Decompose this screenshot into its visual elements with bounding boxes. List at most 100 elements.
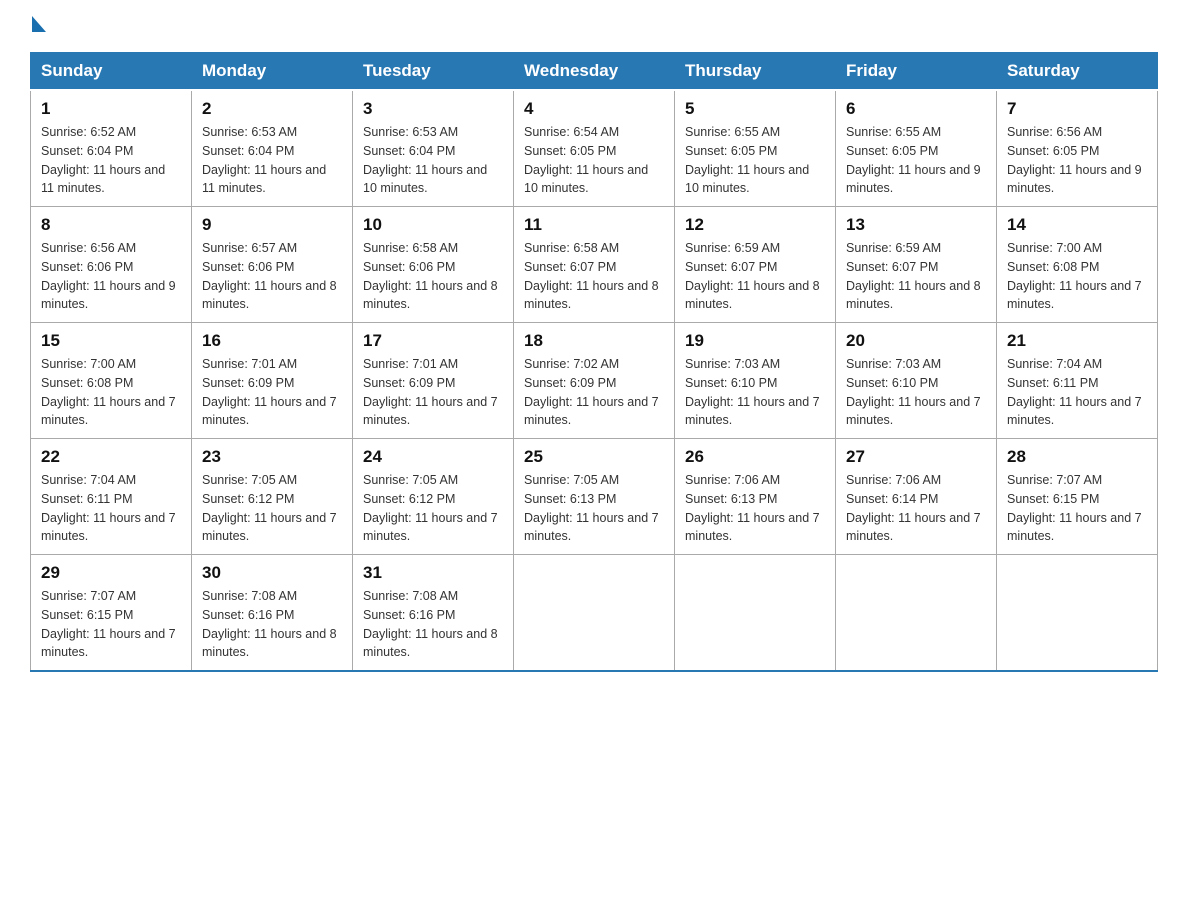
calendar-cell: 28 Sunrise: 7:07 AMSunset: 6:15 PMDaylig… bbox=[997, 439, 1158, 555]
calendar-week-row: 29 Sunrise: 7:07 AMSunset: 6:15 PMDaylig… bbox=[31, 555, 1158, 672]
day-info: Sunrise: 7:05 AMSunset: 6:12 PMDaylight:… bbox=[202, 473, 337, 543]
calendar-cell bbox=[997, 555, 1158, 672]
calendar-week-row: 8 Sunrise: 6:56 AMSunset: 6:06 PMDayligh… bbox=[31, 207, 1158, 323]
calendar-cell: 18 Sunrise: 7:02 AMSunset: 6:09 PMDaylig… bbox=[514, 323, 675, 439]
header-monday: Monday bbox=[192, 53, 353, 91]
day-number: 26 bbox=[685, 447, 825, 467]
day-info: Sunrise: 7:00 AMSunset: 6:08 PMDaylight:… bbox=[1007, 241, 1142, 311]
day-number: 30 bbox=[202, 563, 342, 583]
calendar-cell: 21 Sunrise: 7:04 AMSunset: 6:11 PMDaylig… bbox=[997, 323, 1158, 439]
day-number: 4 bbox=[524, 99, 664, 119]
header-tuesday: Tuesday bbox=[353, 53, 514, 91]
calendar-cell: 17 Sunrise: 7:01 AMSunset: 6:09 PMDaylig… bbox=[353, 323, 514, 439]
day-number: 31 bbox=[363, 563, 503, 583]
calendar-cell: 24 Sunrise: 7:05 AMSunset: 6:12 PMDaylig… bbox=[353, 439, 514, 555]
day-number: 29 bbox=[41, 563, 181, 583]
day-info: Sunrise: 7:08 AMSunset: 6:16 PMDaylight:… bbox=[202, 589, 337, 659]
day-number: 1 bbox=[41, 99, 181, 119]
calendar-cell: 7 Sunrise: 6:56 AMSunset: 6:05 PMDayligh… bbox=[997, 90, 1158, 207]
day-number: 8 bbox=[41, 215, 181, 235]
day-number: 18 bbox=[524, 331, 664, 351]
day-number: 11 bbox=[524, 215, 664, 235]
day-number: 21 bbox=[1007, 331, 1147, 351]
day-info: Sunrise: 7:07 AMSunset: 6:15 PMDaylight:… bbox=[1007, 473, 1142, 543]
day-number: 24 bbox=[363, 447, 503, 467]
calendar-cell bbox=[514, 555, 675, 672]
day-info: Sunrise: 7:06 AMSunset: 6:13 PMDaylight:… bbox=[685, 473, 820, 543]
calendar-cell bbox=[675, 555, 836, 672]
day-number: 15 bbox=[41, 331, 181, 351]
day-number: 19 bbox=[685, 331, 825, 351]
day-number: 14 bbox=[1007, 215, 1147, 235]
calendar-cell: 1 Sunrise: 6:52 AMSunset: 6:04 PMDayligh… bbox=[31, 90, 192, 207]
day-info: Sunrise: 7:01 AMSunset: 6:09 PMDaylight:… bbox=[363, 357, 498, 427]
day-number: 3 bbox=[363, 99, 503, 119]
calendar-cell: 5 Sunrise: 6:55 AMSunset: 6:05 PMDayligh… bbox=[675, 90, 836, 207]
header-saturday: Saturday bbox=[997, 53, 1158, 91]
calendar-cell: 10 Sunrise: 6:58 AMSunset: 6:06 PMDaylig… bbox=[353, 207, 514, 323]
calendar-cell: 13 Sunrise: 6:59 AMSunset: 6:07 PMDaylig… bbox=[836, 207, 997, 323]
calendar-cell: 15 Sunrise: 7:00 AMSunset: 6:08 PMDaylig… bbox=[31, 323, 192, 439]
day-number: 6 bbox=[846, 99, 986, 119]
calendar-week-row: 15 Sunrise: 7:00 AMSunset: 6:08 PMDaylig… bbox=[31, 323, 1158, 439]
header-sunday: Sunday bbox=[31, 53, 192, 91]
calendar-cell: 31 Sunrise: 7:08 AMSunset: 6:16 PMDaylig… bbox=[353, 555, 514, 672]
day-info: Sunrise: 6:56 AMSunset: 6:06 PMDaylight:… bbox=[41, 241, 176, 311]
day-number: 16 bbox=[202, 331, 342, 351]
day-info: Sunrise: 6:56 AMSunset: 6:05 PMDaylight:… bbox=[1007, 125, 1142, 195]
day-info: Sunrise: 6:54 AMSunset: 6:05 PMDaylight:… bbox=[524, 125, 648, 195]
day-info: Sunrise: 6:58 AMSunset: 6:06 PMDaylight:… bbox=[363, 241, 498, 311]
header-friday: Friday bbox=[836, 53, 997, 91]
day-number: 27 bbox=[846, 447, 986, 467]
calendar-cell: 30 Sunrise: 7:08 AMSunset: 6:16 PMDaylig… bbox=[192, 555, 353, 672]
calendar-week-row: 1 Sunrise: 6:52 AMSunset: 6:04 PMDayligh… bbox=[31, 90, 1158, 207]
day-info: Sunrise: 6:59 AMSunset: 6:07 PMDaylight:… bbox=[685, 241, 820, 311]
calendar-cell: 26 Sunrise: 7:06 AMSunset: 6:13 PMDaylig… bbox=[675, 439, 836, 555]
day-number: 23 bbox=[202, 447, 342, 467]
day-info: Sunrise: 7:05 AMSunset: 6:13 PMDaylight:… bbox=[524, 473, 659, 543]
day-number: 7 bbox=[1007, 99, 1147, 119]
day-number: 22 bbox=[41, 447, 181, 467]
day-number: 25 bbox=[524, 447, 664, 467]
day-number: 9 bbox=[202, 215, 342, 235]
day-number: 5 bbox=[685, 99, 825, 119]
calendar-cell: 9 Sunrise: 6:57 AMSunset: 6:06 PMDayligh… bbox=[192, 207, 353, 323]
logo-flag-icon bbox=[32, 16, 46, 32]
day-info: Sunrise: 6:53 AMSunset: 6:04 PMDaylight:… bbox=[202, 125, 326, 195]
day-info: Sunrise: 6:53 AMSunset: 6:04 PMDaylight:… bbox=[363, 125, 487, 195]
day-info: Sunrise: 7:05 AMSunset: 6:12 PMDaylight:… bbox=[363, 473, 498, 543]
calendar-table: Sunday Monday Tuesday Wednesday Thursday… bbox=[30, 52, 1158, 672]
page-header bbox=[30, 20, 1158, 32]
day-number: 10 bbox=[363, 215, 503, 235]
calendar-cell: 11 Sunrise: 6:58 AMSunset: 6:07 PMDaylig… bbox=[514, 207, 675, 323]
day-info: Sunrise: 7:02 AMSunset: 6:09 PMDaylight:… bbox=[524, 357, 659, 427]
calendar-header-row: Sunday Monday Tuesday Wednesday Thursday… bbox=[31, 53, 1158, 91]
calendar-cell: 6 Sunrise: 6:55 AMSunset: 6:05 PMDayligh… bbox=[836, 90, 997, 207]
calendar-week-row: 22 Sunrise: 7:04 AMSunset: 6:11 PMDaylig… bbox=[31, 439, 1158, 555]
day-info: Sunrise: 6:57 AMSunset: 6:06 PMDaylight:… bbox=[202, 241, 337, 311]
header-thursday: Thursday bbox=[675, 53, 836, 91]
calendar-cell: 14 Sunrise: 7:00 AMSunset: 6:08 PMDaylig… bbox=[997, 207, 1158, 323]
day-info: Sunrise: 7:03 AMSunset: 6:10 PMDaylight:… bbox=[685, 357, 820, 427]
day-info: Sunrise: 7:03 AMSunset: 6:10 PMDaylight:… bbox=[846, 357, 981, 427]
day-number: 28 bbox=[1007, 447, 1147, 467]
day-number: 20 bbox=[846, 331, 986, 351]
calendar-cell: 3 Sunrise: 6:53 AMSunset: 6:04 PMDayligh… bbox=[353, 90, 514, 207]
day-number: 17 bbox=[363, 331, 503, 351]
calendar-cell: 12 Sunrise: 6:59 AMSunset: 6:07 PMDaylig… bbox=[675, 207, 836, 323]
day-info: Sunrise: 7:04 AMSunset: 6:11 PMDaylight:… bbox=[41, 473, 176, 543]
day-info: Sunrise: 6:52 AMSunset: 6:04 PMDaylight:… bbox=[41, 125, 165, 195]
day-info: Sunrise: 6:55 AMSunset: 6:05 PMDaylight:… bbox=[685, 125, 809, 195]
calendar-cell: 19 Sunrise: 7:03 AMSunset: 6:10 PMDaylig… bbox=[675, 323, 836, 439]
day-info: Sunrise: 6:58 AMSunset: 6:07 PMDaylight:… bbox=[524, 241, 659, 311]
day-info: Sunrise: 7:08 AMSunset: 6:16 PMDaylight:… bbox=[363, 589, 498, 659]
calendar-cell: 20 Sunrise: 7:03 AMSunset: 6:10 PMDaylig… bbox=[836, 323, 997, 439]
day-info: Sunrise: 6:55 AMSunset: 6:05 PMDaylight:… bbox=[846, 125, 981, 195]
calendar-cell: 4 Sunrise: 6:54 AMSunset: 6:05 PMDayligh… bbox=[514, 90, 675, 207]
day-info: Sunrise: 7:00 AMSunset: 6:08 PMDaylight:… bbox=[41, 357, 176, 427]
logo-area bbox=[30, 20, 46, 32]
day-info: Sunrise: 7:06 AMSunset: 6:14 PMDaylight:… bbox=[846, 473, 981, 543]
calendar-cell: 27 Sunrise: 7:06 AMSunset: 6:14 PMDaylig… bbox=[836, 439, 997, 555]
day-number: 2 bbox=[202, 99, 342, 119]
calendar-cell: 8 Sunrise: 6:56 AMSunset: 6:06 PMDayligh… bbox=[31, 207, 192, 323]
